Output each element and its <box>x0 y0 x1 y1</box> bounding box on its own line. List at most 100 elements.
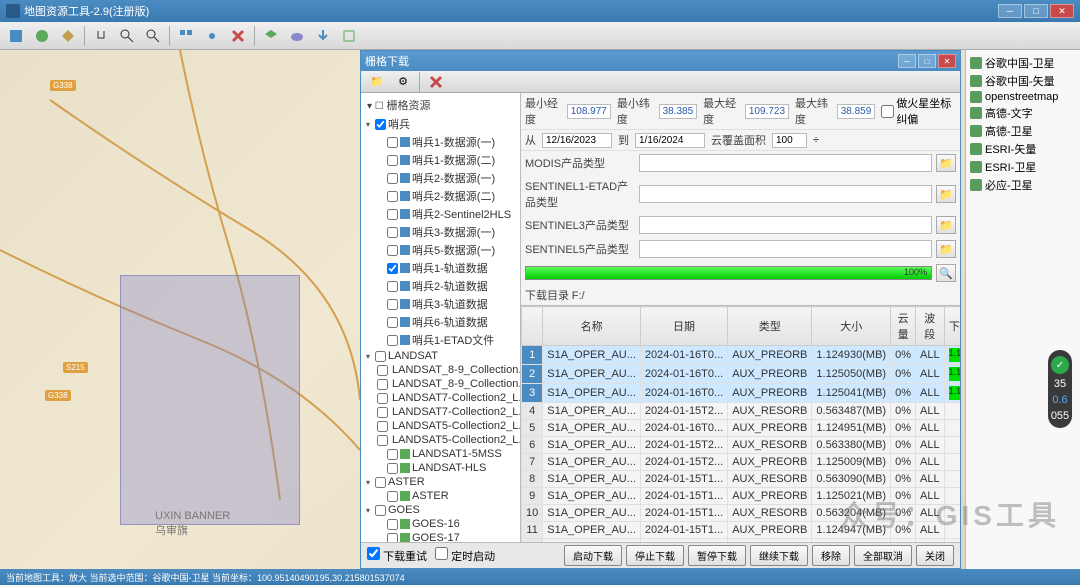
layer-item[interactable]: 高德-文字 <box>970 104 1076 122</box>
sentinel3-filter-button[interactable]: 📁 <box>936 216 956 234</box>
table-header[interactable]: 大小 <box>812 307 891 346</box>
tool-hand-icon[interactable] <box>89 25 113 47</box>
table-header[interactable]: 类型 <box>728 307 812 346</box>
dialog-tool-2-icon[interactable]: ⚙ <box>391 71 415 93</box>
layer-item[interactable]: openstreetmap <box>970 90 1076 104</box>
table-row[interactable]: 4S1A_OPER_AU...2024-01-15T2...AUX_RESORB… <box>522 403 961 420</box>
sentinel5-filter-button[interactable]: 📁 <box>936 240 956 258</box>
layer-item[interactable]: ESRI-卫星 <box>970 158 1076 176</box>
dialog-close-button[interactable]: ✕ <box>938 54 956 68</box>
progress-search-button[interactable]: 🔍 <box>936 264 956 282</box>
tree-item[interactable]: 哨兵2-轨道数据 <box>363 277 518 295</box>
sentinel1-filter-button[interactable]: 📁 <box>936 185 956 203</box>
tree-item[interactable]: 哨兵2-数据源(二) <box>363 187 518 205</box>
tree-item[interactable]: 哨兵2-Sentinel2HLS <box>363 205 518 223</box>
layer-item[interactable]: 高德-卫星 <box>970 122 1076 140</box>
dialog-tool-1-icon[interactable]: 📁 <box>365 71 389 93</box>
retry-checkbox[interactable]: 下载重试 <box>367 547 427 564</box>
table-row[interactable]: 6S1A_OPER_AU...2024-01-15T2...AUX_RESORB… <box>522 437 961 454</box>
table-header[interactable]: 名称 <box>543 307 641 346</box>
tree-item[interactable]: 哨兵1-数据源(二) <box>363 151 518 169</box>
footer-button[interactable]: 移除 <box>812 545 850 566</box>
maxlat-value[interactable]: 38.859 <box>837 104 876 119</box>
table-row[interactable]: 2S1A_OPER_AU...2024-01-16T0...AUX_PREORB… <box>522 365 961 384</box>
modis-filter-input[interactable] <box>639 154 932 172</box>
modis-filter-button[interactable]: 📁 <box>936 154 956 172</box>
table-row[interactable]: 8S1A_OPER_AU...2024-01-15T1...AUX_RESORB… <box>522 471 961 488</box>
sentinel3-filter-input[interactable] <box>639 216 932 234</box>
tree-item[interactable]: ASTER <box>363 489 518 503</box>
tool-save-icon[interactable] <box>4 25 28 47</box>
tree-item[interactable]: LANDSAT_8-9_Collection... <box>363 377 518 391</box>
layer-item[interactable]: 谷歌中国-矢量 <box>970 72 1076 90</box>
tree-item[interactable]: 哨兵1-轨道数据 <box>363 259 518 277</box>
tree-item[interactable]: 哨兵6-轨道数据 <box>363 313 518 331</box>
dialog-maximize-button[interactable]: □ <box>918 54 936 68</box>
tool-polygon-icon[interactable] <box>56 25 80 47</box>
tool-cloud-icon[interactable] <box>285 25 309 47</box>
tool-globe-icon[interactable] <box>30 25 54 47</box>
footer-button[interactable]: 关闭 <box>916 545 954 566</box>
close-button[interactable]: ✕ <box>1050 4 1074 18</box>
table-header[interactable] <box>522 307 543 346</box>
tree-item[interactable]: 哨兵3-轨道数据 <box>363 295 518 313</box>
table-header[interactable]: 日期 <box>640 307 727 346</box>
tool-point-icon[interactable] <box>200 25 224 47</box>
sentinel5-filter-input[interactable] <box>639 240 932 258</box>
layer-item[interactable]: ESRI-矢量 <box>970 140 1076 158</box>
tree-item[interactable]: 哨兵5-数据源(一) <box>363 241 518 259</box>
tree-item[interactable]: LANDSAT1-5MSS <box>363 447 518 461</box>
footer-button[interactable]: 继续下载 <box>750 545 808 566</box>
table-header[interactable]: 云量 <box>891 307 916 346</box>
tree-item[interactable]: ▾ASTER <box>363 475 518 489</box>
dialog-tool-delete-icon[interactable] <box>424 71 448 93</box>
dialog-minimize-button[interactable]: ─ <box>898 54 916 68</box>
tree-item[interactable]: 哨兵2-数据源(一) <box>363 169 518 187</box>
tree-item[interactable]: LANDSAT5-Collection2_L... <box>363 419 518 433</box>
cloud-input[interactable] <box>772 133 807 148</box>
maximize-button[interactable]: □ <box>1024 4 1048 18</box>
table-row[interactable]: 7S1A_OPER_AU...2024-01-15T2...AUX_PREORB… <box>522 454 961 471</box>
table-row[interactable]: 5S1A_OPER_AU...2024-01-16T0...AUX_PREORB… <box>522 420 961 437</box>
tree-item[interactable]: ▾LANDSAT <box>363 349 518 363</box>
tree-item[interactable]: LANDSAT_8-9_Collection... <box>363 363 518 377</box>
tool-download-icon[interactable] <box>311 25 335 47</box>
table-row[interactable]: 1S1A_OPER_AU...2024-01-16T0...AUX_PREORB… <box>522 346 961 365</box>
table-header[interactable]: 波段 <box>916 307 945 346</box>
tree-item[interactable]: ▾哨兵 <box>363 115 518 133</box>
layer-item[interactable]: 谷歌中国-卫星 <box>970 54 1076 72</box>
to-date-input[interactable] <box>635 133 705 148</box>
tree-item[interactable]: ▾GOES <box>363 503 518 517</box>
footer-button[interactable]: 启动下载 <box>564 545 622 566</box>
tool-grid-icon[interactable] <box>174 25 198 47</box>
from-date-input[interactable] <box>542 133 612 148</box>
tool-zoomout-icon[interactable] <box>141 25 165 47</box>
tree-item[interactable]: GOES-17 <box>363 531 518 542</box>
footer-button[interactable]: 停止下载 <box>626 545 684 566</box>
maxlon-value[interactable]: 109.723 <box>745 104 789 119</box>
mars-offset-checkbox[interactable]: 做火星坐标纠偏 <box>881 95 956 127</box>
tree-item[interactable]: GOES-16 <box>363 517 518 531</box>
tool-layers-icon[interactable] <box>259 25 283 47</box>
minimize-button[interactable]: ─ <box>998 4 1022 18</box>
tree-item[interactable]: LANDSAT7-Collection2_L... <box>363 391 518 405</box>
tree-item[interactable]: LANDSAT5-Collection2_L... <box>363 433 518 447</box>
tool-export-icon[interactable] <box>337 25 361 47</box>
layer-item[interactable]: 必应-卫星 <box>970 176 1076 194</box>
minlon-value[interactable]: 108.977 <box>567 104 611 119</box>
footer-button[interactable]: 暂停下载 <box>688 545 746 566</box>
sentinel1-filter-input[interactable] <box>639 185 932 203</box>
table-row[interactable]: 3S1A_OPER_AU...2024-01-16T0...AUX_PREORB… <box>522 384 961 403</box>
tree-item[interactable]: LANDSAT7-Collection2_L... <box>363 405 518 419</box>
resource-tree[interactable]: ▾ ☐ 栅格资源 ▾哨兵哨兵1-数据源(一)哨兵1-数据源(二)哨兵2-数据源(… <box>361 93 521 542</box>
minlat-value[interactable]: 38.385 <box>659 104 698 119</box>
tree-item[interactable]: 哨兵3-数据源(一) <box>363 223 518 241</box>
tree-item[interactable]: LANDSAT-HLS <box>363 461 518 475</box>
table-header[interactable]: 下载进度 <box>944 307 960 346</box>
tree-item[interactable]: 哨兵1-ETAD文件 <box>363 331 518 349</box>
tool-delete-icon[interactable] <box>226 25 250 47</box>
floating-gauge[interactable]: ✓ 35 0.6 055 <box>1048 350 1072 428</box>
footer-button[interactable]: 全部取消 <box>854 545 912 566</box>
tree-item[interactable]: 哨兵1-数据源(一) <box>363 133 518 151</box>
scheduled-checkbox[interactable]: 定时启动 <box>435 547 495 564</box>
